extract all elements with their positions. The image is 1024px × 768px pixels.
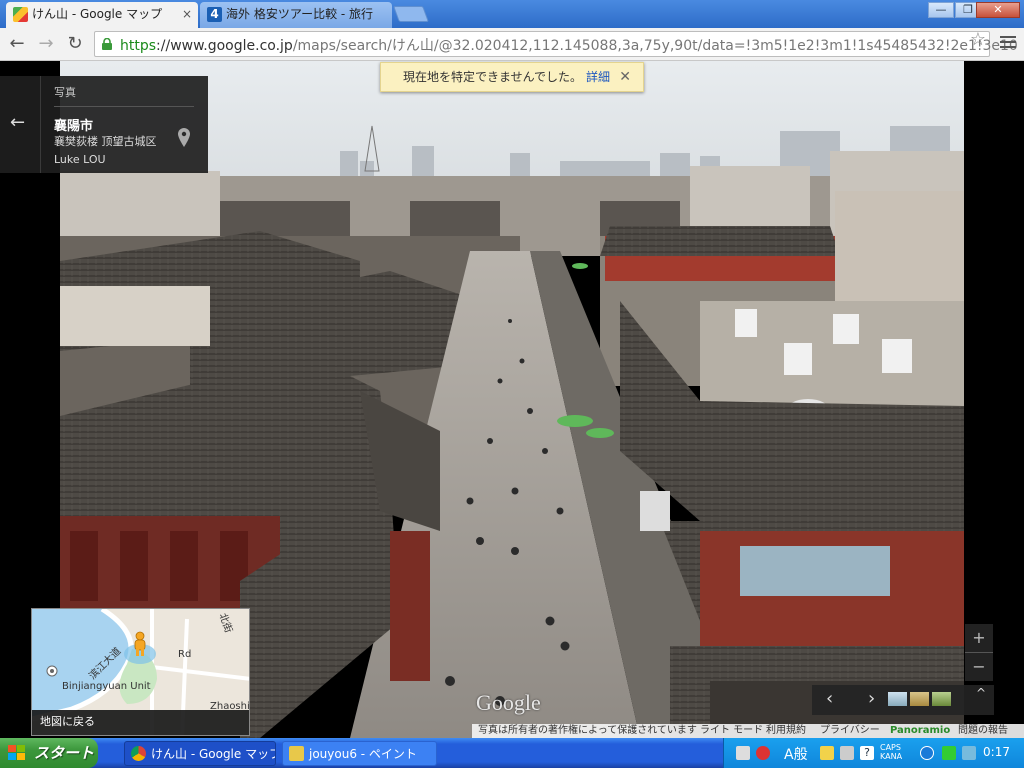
tab-title: 海外 格安ツアー比較 - 旅行 <box>226 7 374 21</box>
forward-button[interactable]: → <box>34 32 58 56</box>
maps-footer: 写真は所有者の著作権によって保護されています ライト モード 利用規約 プライバ… <box>472 724 1024 738</box>
map-area-label: Binjiangyuan Unit <box>62 681 151 692</box>
url-scheme: https <box>120 38 157 54</box>
pegman-icon[interactable] <box>132 631 148 657</box>
windows-logo-icon <box>8 745 25 760</box>
keyboard-icon[interactable] <box>736 746 750 760</box>
browser-toolbar: ← → ↻ https://www.google.co.jp/maps/sear… <box>0 28 1024 61</box>
zoom-in-button[interactable]: + <box>965 624 993 652</box>
paint-icon <box>289 746 304 761</box>
tray-app-icon[interactable] <box>840 746 854 760</box>
chrome-menu-icon[interactable] <box>1000 33 1016 49</box>
url-host: ://www.google.co.jp <box>156 38 293 54</box>
browser-tab-strip: けん山 - Google マップ × 4 海外 格安ツアー比較 - 旅行 — ❐… <box>0 0 1024 28</box>
tab-title: けん山 - Google マップ <box>32 7 163 21</box>
zoom-control: + − <box>965 624 993 681</box>
help-icon[interactable]: ? <box>860 746 874 760</box>
google-maps-favicon-icon <box>13 7 28 22</box>
tray-app-icon[interactable] <box>820 746 834 760</box>
show-hidden-icons-icon[interactable] <box>920 746 934 760</box>
place-name[interactable]: 襄陽市 <box>54 115 93 134</box>
divider <box>40 76 41 173</box>
taskbar-item-paint[interactable]: jouyou6 - ペイント <box>282 741 437 766</box>
caps-kana-indicator: CAPS KANA <box>880 743 902 761</box>
light-mode-link[interactable]: ライト モード <box>700 724 763 738</box>
zoom-out-button[interactable]: − <box>965 653 993 681</box>
address-bar[interactable]: https://www.google.co.jp/maps/search/けん山… <box>94 31 1018 57</box>
reload-button[interactable]: ↻ <box>63 32 87 56</box>
photo-author[interactable]: Luke LOU <box>54 153 106 166</box>
minimap[interactable]: 滨江大道 北街 Rd Binjiangyuan Unit Zhaoshi 地図に… <box>31 608 250 736</box>
ime-icon[interactable] <box>756 746 770 760</box>
photo-thumbnail[interactable] <box>910 692 929 706</box>
close-window-button[interactable]: ✕ <box>976 2 1020 18</box>
new-tab-button[interactable] <box>393 6 429 22</box>
previous-photo-icon[interactable]: ‹ <box>826 688 833 709</box>
photo-filmstrip: ‹ › ^ <box>812 685 994 715</box>
volume-icon[interactable] <box>962 746 976 760</box>
divider <box>54 106 194 107</box>
lock-icon <box>102 38 112 50</box>
kana-label: KANA <box>880 752 903 761</box>
photo-info-card: ← 写真 襄陽市 襄樊荻楼 顶望古城区 Luke LOU <box>0 76 208 173</box>
clock[interactable]: 0:17 <box>983 745 1010 759</box>
photo-thumbnail[interactable] <box>888 692 907 706</box>
panoramio-link[interactable]: Panoramio <box>890 724 950 738</box>
bookmark-star-icon[interactable]: ☆ <box>970 29 986 50</box>
tab-google-maps[interactable]: けん山 - Google マップ × <box>6 2 198 28</box>
start-label: スタート <box>34 744 95 762</box>
location-error-notice: 現在地を特定できませんでした。 詳細 ✕ <box>380 62 644 92</box>
next-photo-icon[interactable]: › <box>868 688 875 709</box>
network-icon[interactable] <box>942 746 956 760</box>
tab-close-icon[interactable]: × <box>182 2 192 26</box>
back-button[interactable]: ← <box>5 32 29 56</box>
map-road-label: Rd <box>178 649 192 660</box>
taskbar-item-label: jouyou6 - ペイント <box>309 747 417 761</box>
chrome-icon <box>131 746 146 761</box>
taskbar-item-label: けん山 - Google マップ... <box>151 747 275 761</box>
photo-thumbnail[interactable] <box>932 692 951 706</box>
system-tray: A般 ? CAPS KANA 0:17 <box>723 738 1024 768</box>
location-pin-icon[interactable] <box>177 128 191 148</box>
place-subtitle: 襄樊荻楼 顶望古城区 <box>54 135 157 148</box>
report-problem-link[interactable]: 問題の報告 <box>958 724 1008 738</box>
notice-text: 現在地を特定できませんでした。 <box>403 70 583 84</box>
taskbar-item-chrome[interactable]: けん山 - Google マップ... <box>124 741 276 766</box>
terms-link[interactable]: 利用規約 <box>766 724 806 738</box>
expand-filmstrip-icon[interactable]: ^ <box>976 687 986 699</box>
windows-taskbar: スタート けん山 - Google マップ... jouyou6 - ペイント … <box>0 738 1024 768</box>
minimize-button[interactable]: — <box>928 2 954 18</box>
maps-photo-viewer: ← 写真 襄陽市 襄樊荻楼 顶望古城区 Luke LOU 現在地を特定できません… <box>0 61 1024 738</box>
notice-close-icon[interactable]: ✕ <box>619 63 631 91</box>
google-watermark: Google <box>476 690 541 715</box>
notice-details-link[interactable]: 詳細 <box>586 70 610 84</box>
caps-label: CAPS <box>880 743 901 752</box>
map-marker-icon <box>46 665 58 677</box>
start-button[interactable]: スタート <box>0 738 98 768</box>
copyright-notice: 写真は所有者の著作権によって保護されています <box>478 725 697 736</box>
privacy-link[interactable]: プライバシー <box>820 724 880 738</box>
url-text: https://www.google.co.jp/maps/search/けん山… <box>120 35 1018 55</box>
url-path: /maps/search/けん山/@32.020412,112.145088,3… <box>292 38 1018 54</box>
photo-label: 写真 <box>54 86 76 99</box>
tab-travel[interactable]: 4 海外 格安ツアー比較 - 旅行 <box>200 2 392 28</box>
back-arrow-icon[interactable]: ← <box>10 112 25 133</box>
travel-site-favicon-icon: 4 <box>207 7 222 22</box>
back-to-map-button[interactable]: 地図に戻る <box>32 710 249 735</box>
ime-mode-indicator[interactable]: A般 <box>784 744 808 764</box>
